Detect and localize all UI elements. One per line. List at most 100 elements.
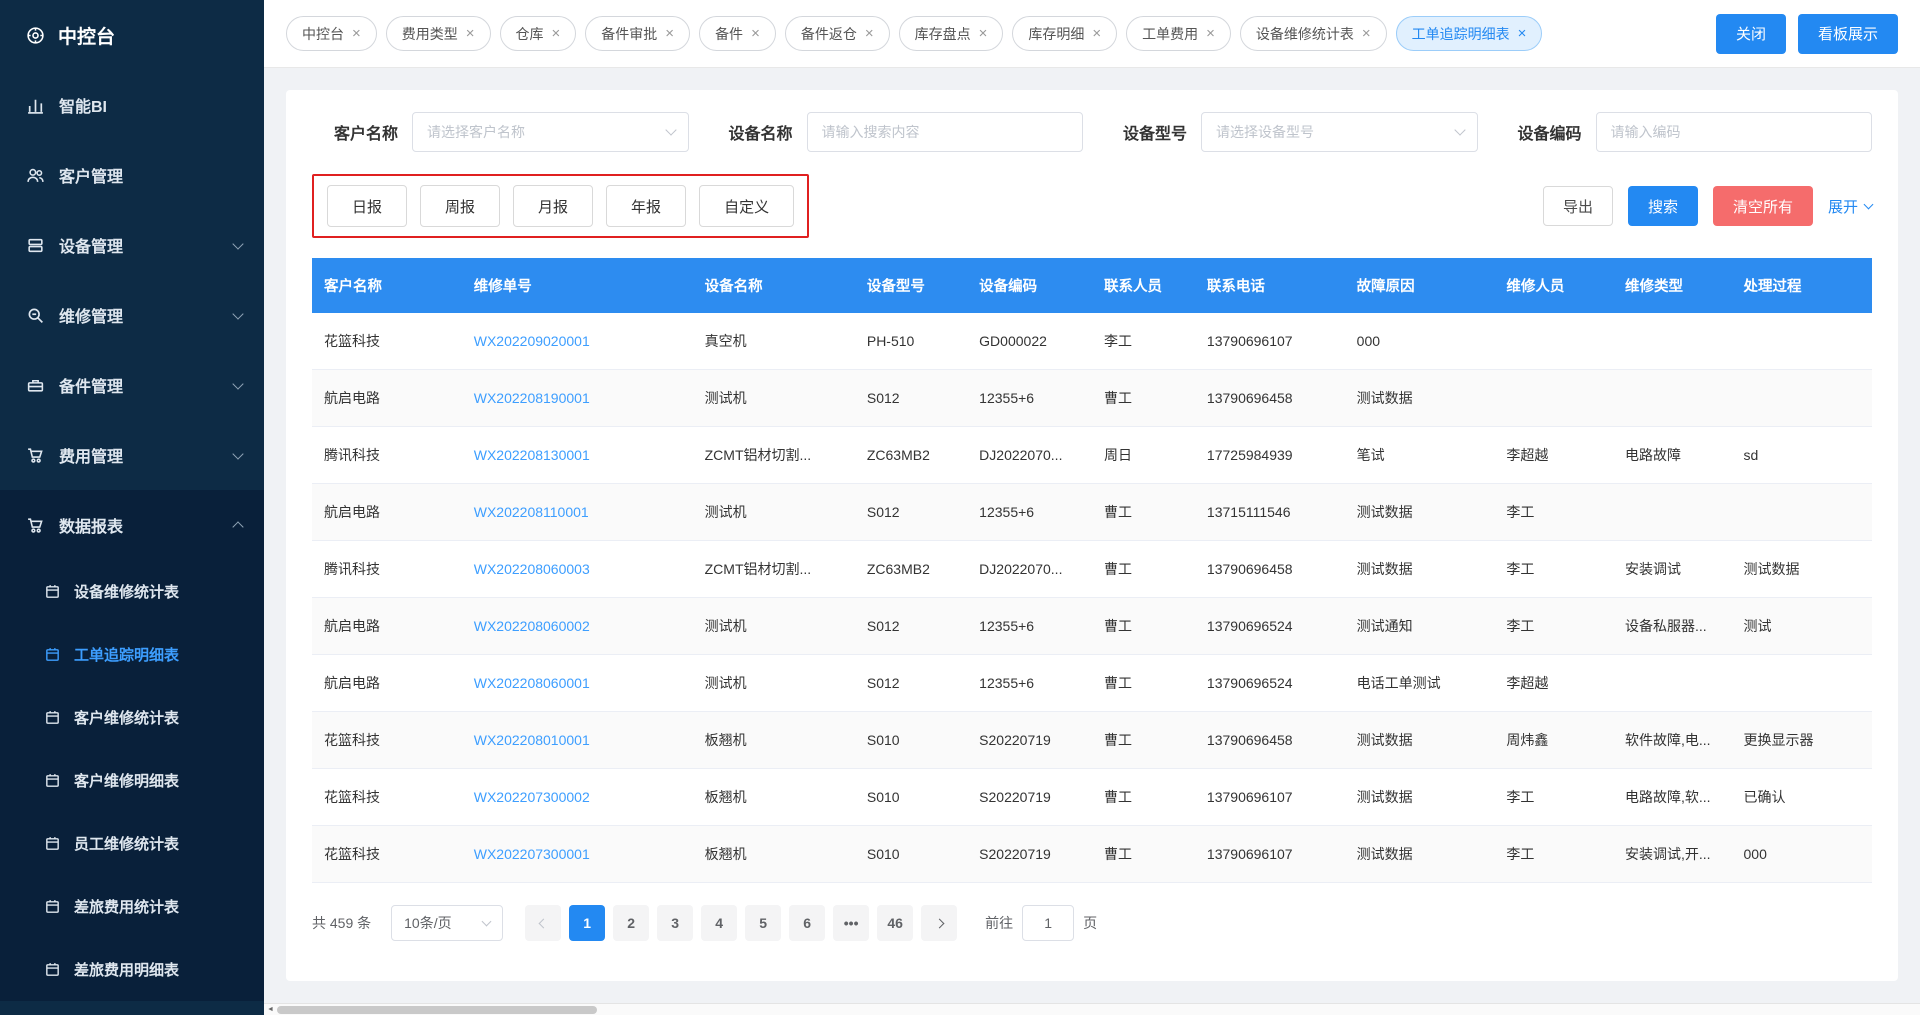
device-model-input[interactable] [1201, 112, 1478, 152]
export-button[interactable]: 导出 [1543, 186, 1613, 226]
table-cell: 李工 [1494, 598, 1613, 655]
close-icon[interactable]: × [1206, 26, 1215, 41]
tab-chip-parts-approval[interactable]: 备件审批× [585, 16, 690, 51]
table-row[interactable]: 航启电路 WX202208110001 测试机 S012 12355+6 曹工 … [312, 484, 1872, 541]
close-button[interactable]: 关闭 [1716, 14, 1786, 54]
sidebar-item-travel-expense-stats[interactable]: 差旅费用统计表 [0, 875, 264, 938]
order-number-link[interactable]: WX202208190001 [474, 390, 590, 406]
order-number-link[interactable]: WX202207300002 [474, 789, 590, 805]
sidebar-item-devices[interactable]: 设备管理 [0, 210, 264, 280]
monthly-report-button[interactable]: 月报 [513, 185, 593, 227]
sidebar-item-device-repair-stats[interactable]: 设备维修统计表 [0, 560, 264, 623]
page-button-1[interactable]: 1 [569, 905, 605, 941]
weekly-report-button[interactable]: 周报 [420, 185, 500, 227]
close-icon[interactable]: × [466, 26, 475, 41]
order-number-link[interactable]: WX202207300001 [474, 846, 590, 862]
table-cell: 笔试 [1345, 427, 1495, 484]
order-number-link[interactable]: WX202208130001 [474, 447, 590, 463]
tab-chip-device-repair-stats[interactable]: 设备维修统计表× [1240, 16, 1387, 51]
order-number-link[interactable]: WX202208010001 [474, 732, 590, 748]
order-number-link[interactable]: WX202209020001 [474, 333, 590, 349]
order-number-link[interactable]: WX202208060001 [474, 675, 590, 691]
table-cell: S012 [855, 484, 967, 541]
sidebar-item-workorder-tracking[interactable]: 工单追踪明细表 [0, 623, 264, 686]
close-icon[interactable]: × [1362, 26, 1371, 41]
tab-chip-parts-return[interactable]: 备件返仓× [785, 16, 890, 51]
tab-chip-workorder-fee[interactable]: 工单费用× [1126, 16, 1231, 51]
table-row[interactable]: 航启电路 WX202208060002 测试机 S012 12355+6 曹工 … [312, 598, 1872, 655]
tab-chip-workorder-tracking-active[interactable]: 工单追踪明细表× [1396, 16, 1543, 51]
custom-report-button[interactable]: 自定义 [699, 185, 794, 227]
scrollbar-thumb[interactable] [277, 1006, 597, 1014]
tab-chip-fee-type[interactable]: 费用类型 × [386, 16, 491, 51]
page-size-select[interactable]: 10条/页 [391, 905, 503, 941]
table-cell: 花篮科技 [312, 313, 462, 370]
sidebar-item-customers[interactable]: 客户管理 [0, 140, 264, 210]
close-icon[interactable]: × [865, 26, 874, 41]
page-button-3[interactable]: 3 [657, 905, 693, 941]
clear-all-button[interactable]: 清空所有 [1713, 186, 1813, 226]
sidebar-item-fees[interactable]: 费用管理 [0, 420, 264, 490]
device-code-input[interactable] [1596, 112, 1873, 152]
table-cell: 腾讯科技 [312, 427, 462, 484]
sidebar-item-customer-repair-stats[interactable]: 客户维修统计表 [0, 686, 264, 749]
close-icon[interactable]: × [352, 26, 361, 41]
tab-chip-console[interactable]: 中控台× [286, 16, 377, 51]
page-button-4[interactable]: 4 [701, 905, 737, 941]
dashboard-icon [26, 26, 45, 45]
goto-page-input[interactable] [1022, 905, 1074, 941]
tab-chip-warehouse[interactable]: 仓库× [500, 16, 577, 51]
page-button-46[interactable]: 46 [877, 905, 913, 941]
sidebar-item-reports[interactable]: 数据报表 [0, 490, 264, 560]
page-button-6[interactable]: 6 [789, 905, 825, 941]
table-cell: 李工 [1494, 826, 1613, 883]
sidebar-item-bi[interactable]: 智能BI [0, 70, 264, 140]
device-name-input[interactable] [807, 112, 1084, 152]
table-cell: 设备私服器... [1613, 598, 1732, 655]
close-icon[interactable]: × [1092, 26, 1101, 41]
page-button-2[interactable]: 2 [613, 905, 649, 941]
sidebar-item-parts[interactable]: 备件管理 [0, 350, 264, 420]
sidebar-item-customer-repair-detail[interactable]: 客户维修明细表 [0, 749, 264, 812]
order-number-link[interactable]: WX202208060002 [474, 618, 590, 634]
close-icon[interactable]: × [751, 26, 760, 41]
horizontal-scrollbar[interactable]: ◄ [264, 1003, 1920, 1015]
table-cell: 测试数据 [1345, 826, 1495, 883]
sidebar-item-employee-repair-stats[interactable]: 员工维修统计表 [0, 812, 264, 875]
table-header-row: 客户名称 维修单号 设备名称 设备型号 设备编码 联系人员 联系电话 故障原因 … [312, 258, 1872, 313]
close-icon[interactable]: × [552, 26, 561, 41]
table-row[interactable]: 花篮科技 WX202208010001 板翘机 S010 S20220719 曹… [312, 712, 1872, 769]
table-cell: 花篮科技 [312, 769, 462, 826]
page-button-5[interactable]: 5 [745, 905, 781, 941]
table-row[interactable]: 花篮科技 WX202209020001 真空机 PH-510 GD000022 … [312, 313, 1872, 370]
tab-chip-stock-check[interactable]: 库存盘点× [899, 16, 1004, 51]
order-number-link[interactable]: WX202208060003 [474, 561, 590, 577]
next-page-button[interactable] [921, 905, 957, 941]
table-row[interactable]: 腾讯科技 WX202208060003 ZCMT铝材切割... ZC63MB2 … [312, 541, 1872, 598]
table-row[interactable]: 腾讯科技 WX202208130001 ZCMT铝材切割... ZC63MB2 … [312, 427, 1872, 484]
app-logo[interactable]: 中控台 [0, 0, 264, 70]
table-row[interactable]: 航启电路 WX202208060001 测试机 S012 12355+6 曹工 … [312, 655, 1872, 712]
more-pages-button[interactable]: ••• [833, 905, 869, 941]
scroll-left-arrow-icon[interactable]: ◄ [264, 1006, 277, 1013]
close-icon[interactable]: × [979, 26, 988, 41]
search-button[interactable]: 搜索 [1628, 186, 1698, 226]
table-row[interactable]: 花篮科技 WX202207300001 板翘机 S010 S20220719 曹… [312, 826, 1872, 883]
board-display-button[interactable]: 看板展示 [1798, 14, 1898, 54]
close-icon[interactable]: × [1518, 26, 1527, 41]
daily-report-button[interactable]: 日报 [327, 185, 407, 227]
device-code-label: 设备编码 [1496, 120, 1582, 144]
prev-page-button[interactable] [525, 905, 561, 941]
expand-toggle[interactable]: 展开 [1828, 196, 1872, 217]
close-icon[interactable]: × [665, 26, 674, 41]
tab-chip-stock-detail[interactable]: 库存明细× [1012, 16, 1117, 51]
sidebar-item-repair[interactable]: 维修管理 [0, 280, 264, 350]
tab-label: 费用类型 [402, 24, 458, 44]
customer-name-input[interactable] [412, 112, 689, 152]
yearly-report-button[interactable]: 年报 [606, 185, 686, 227]
tab-chip-parts[interactable]: 备件× [699, 16, 776, 51]
order-number-link[interactable]: WX202208110001 [474, 504, 589, 520]
table-row[interactable]: 航启电路 WX202208190001 测试机 S012 12355+6 曹工 … [312, 370, 1872, 427]
sidebar-item-travel-expense-detail[interactable]: 差旅费用明细表 [0, 938, 264, 1001]
table-row[interactable]: 花篮科技 WX202207300002 板翘机 S010 S20220719 曹… [312, 769, 1872, 826]
